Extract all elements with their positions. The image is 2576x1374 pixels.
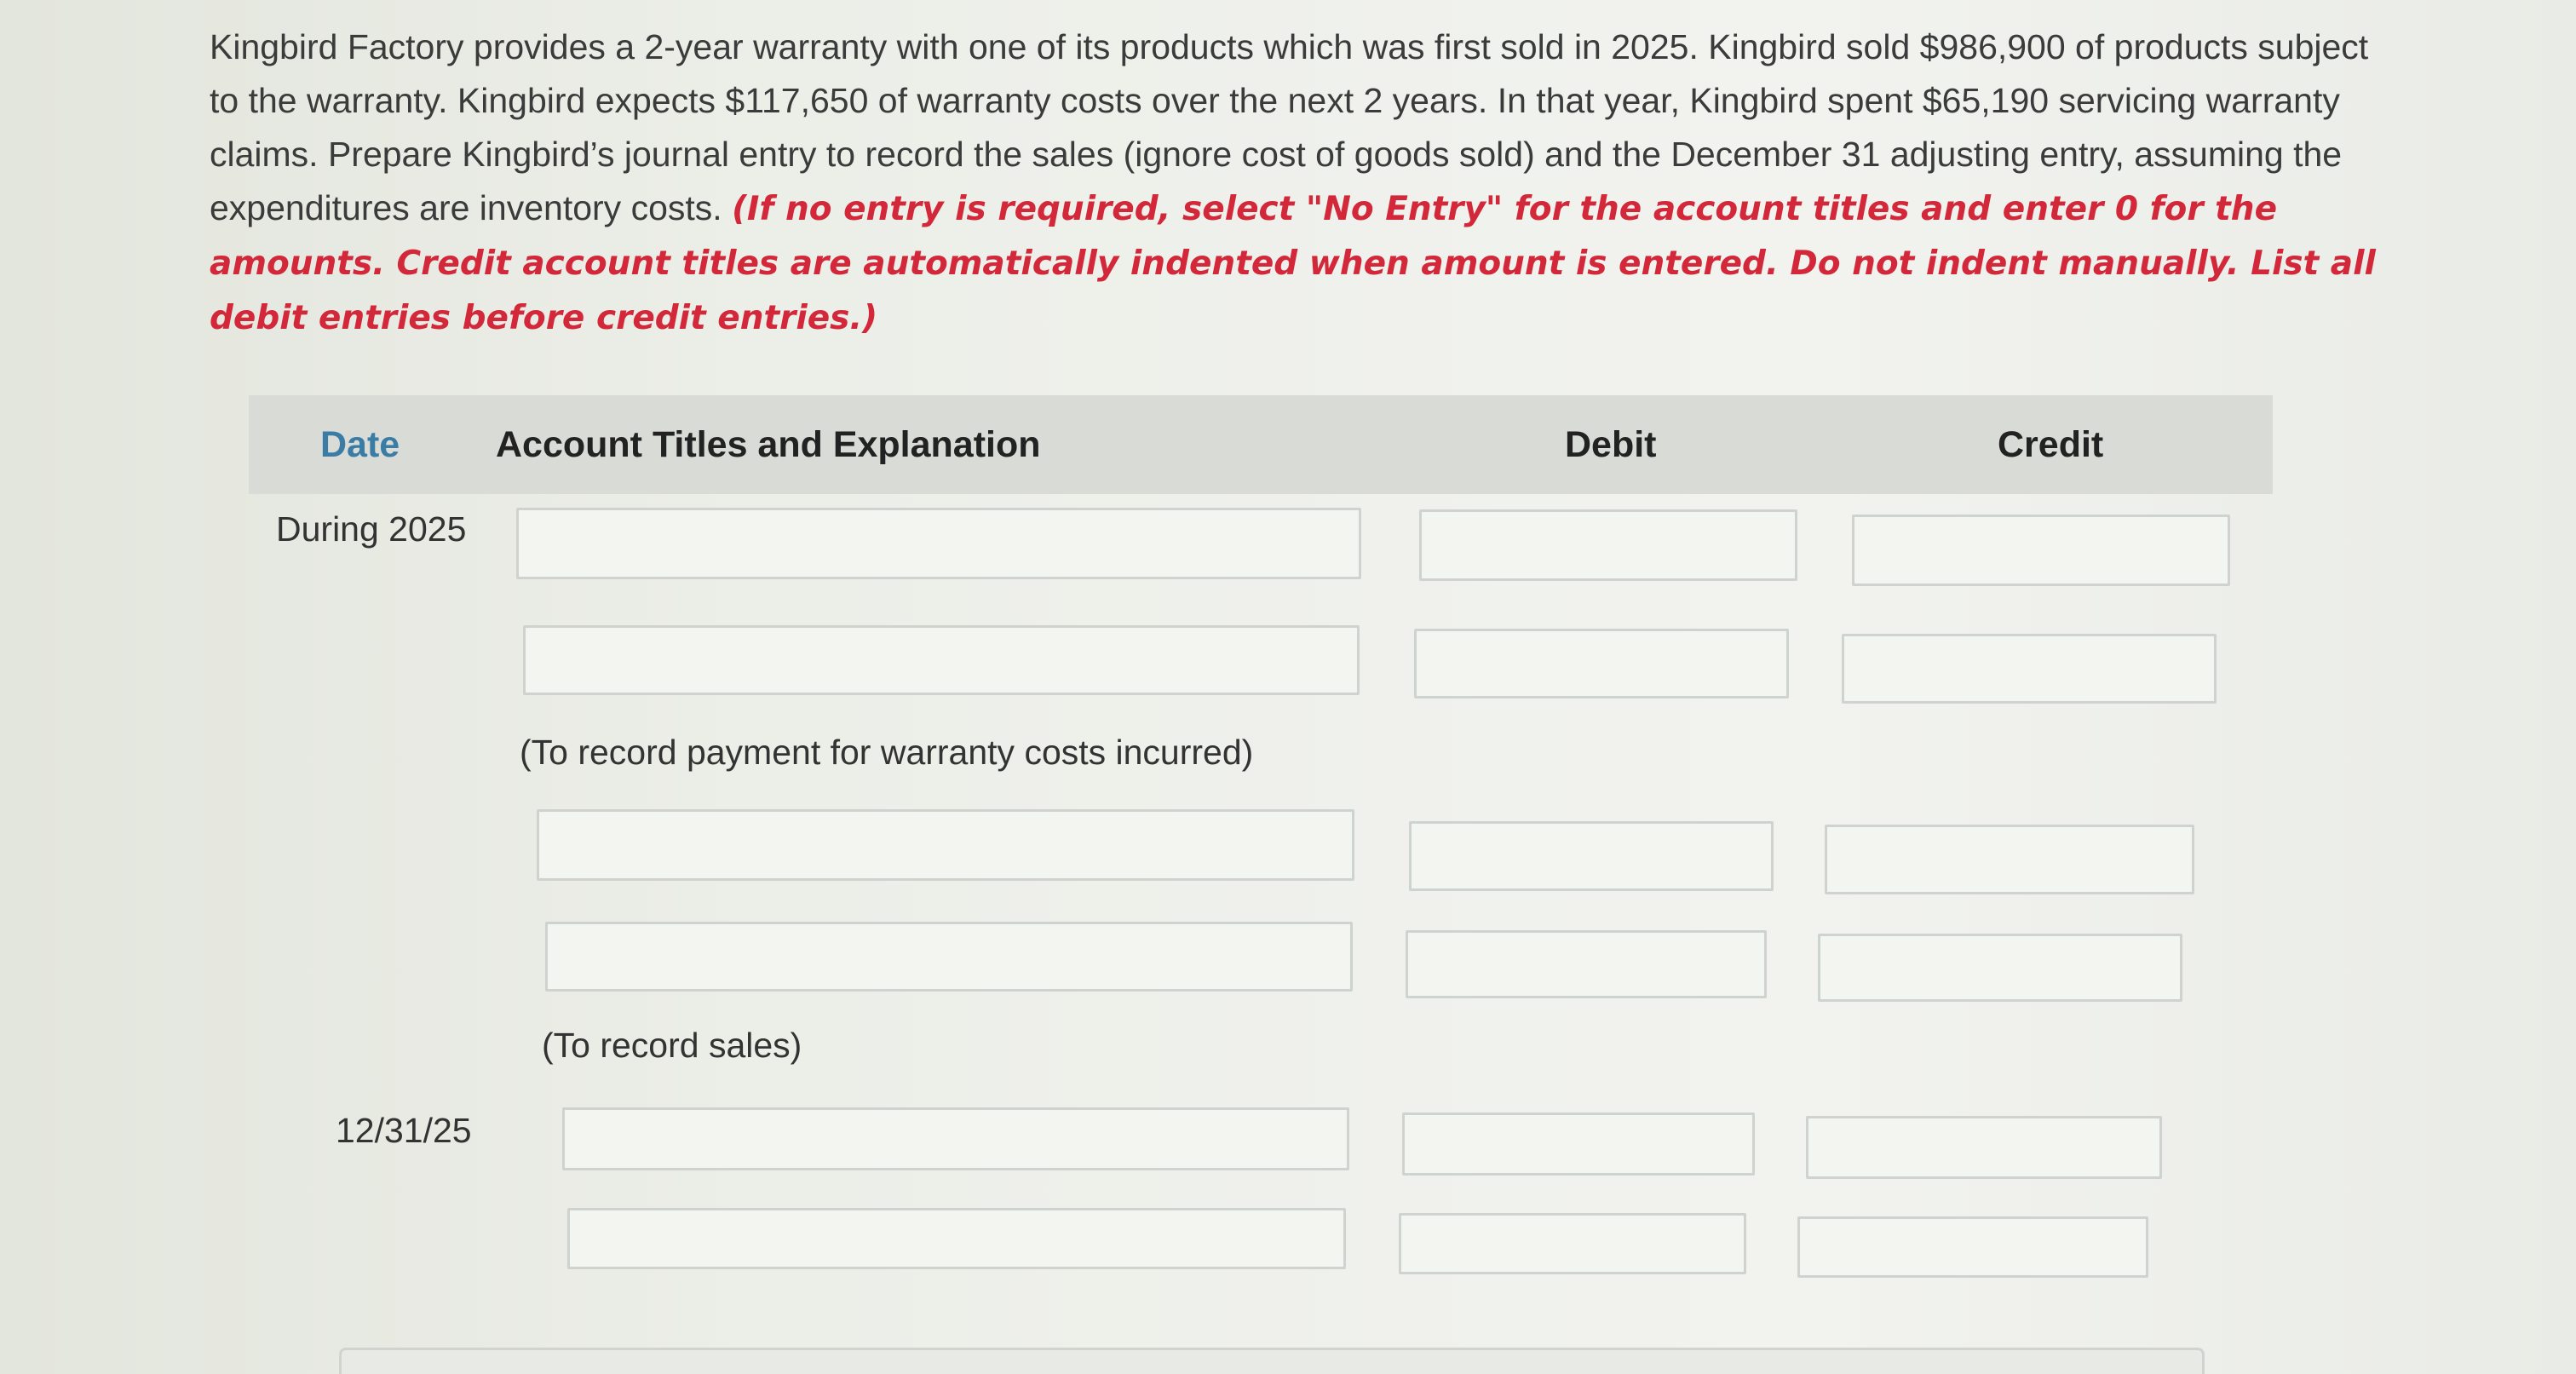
header-account-titles: Account Titles and Explanation	[496, 424, 1041, 465]
credit-input[interactable]	[1818, 934, 2182, 1002]
debit-input[interactable]	[1409, 821, 1774, 891]
account-title-input[interactable]	[567, 1208, 1346, 1269]
credit-input[interactable]	[1806, 1116, 2162, 1179]
account-title-input[interactable]	[537, 809, 1354, 881]
problem-statement: Kingbird Factory provides a 2-year warra…	[210, 20, 2390, 345]
account-title-input[interactable]	[516, 508, 1361, 579]
bottom-panel	[339, 1348, 2205, 1374]
entry-date: 12/31/25	[336, 1111, 472, 1150]
header-debit: Debit	[1565, 424, 1657, 465]
entry-date: During 2025	[276, 509, 467, 549]
debit-input[interactable]	[1399, 1213, 1746, 1274]
header-date: Date	[320, 424, 400, 465]
header-credit: Credit	[1998, 424, 2104, 465]
debit-input[interactable]	[1419, 509, 1797, 581]
journal-table-header: Date Account Titles and Explanation Debi…	[249, 395, 2273, 494]
credit-input[interactable]	[1852, 515, 2230, 586]
debit-input[interactable]	[1414, 629, 1789, 698]
credit-input[interactable]	[1842, 634, 2217, 704]
entry-explanation: (To record payment for warranty costs in…	[520, 733, 1254, 772]
page: Kingbird Factory provides a 2-year warra…	[0, 0, 2576, 1374]
debit-input[interactable]	[1402, 1112, 1755, 1176]
account-title-input[interactable]	[523, 625, 1360, 695]
account-title-input[interactable]	[562, 1107, 1349, 1170]
debit-input[interactable]	[1406, 930, 1767, 998]
account-title-input[interactable]	[545, 922, 1353, 992]
credit-input[interactable]	[1825, 825, 2194, 894]
entry-explanation: (To record sales)	[542, 1026, 802, 1065]
credit-input[interactable]	[1797, 1216, 2148, 1278]
